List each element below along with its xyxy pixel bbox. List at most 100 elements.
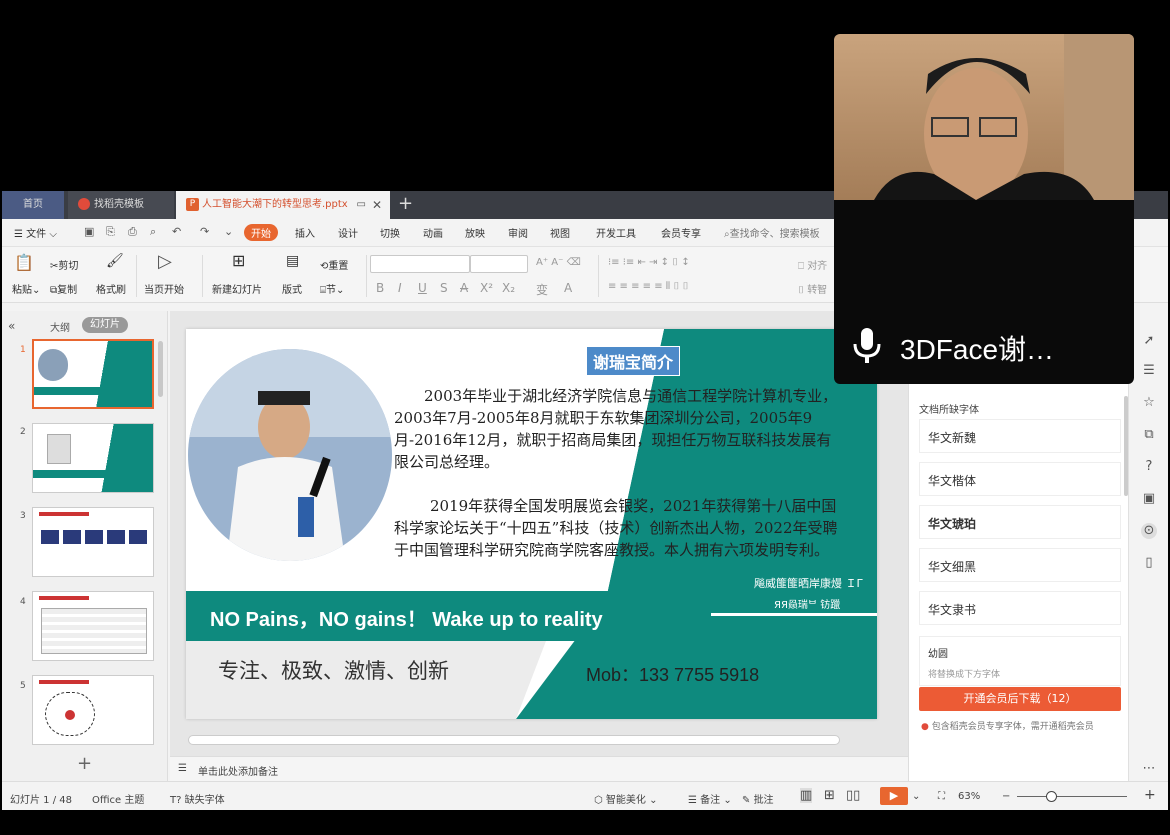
menu-start[interactable]: 开始 [244,224,278,241]
copy-button[interactable]: ⧉复制 [50,281,77,296]
help-icon[interactable]: ? [1141,459,1157,475]
horizontal-scrollbar[interactable] [188,735,840,745]
font-grow-icon[interactable]: A⁺ A⁻ ⌫ [536,257,581,268]
slide-thumbnail-4[interactable] [32,591,154,661]
subscript-icon[interactable]: X₂ [502,281,515,295]
menu-insert[interactable]: 插入 [295,225,315,240]
play-options-icon[interactable]: ⌄ [912,791,920,802]
normal-view-icon[interactable]: ▥ [800,788,813,803]
zoom-slider-knob[interactable] [1046,791,1057,802]
export-icon[interactable]: ⎘ [106,225,115,239]
garbled-text-2[interactable]: ЯЯ赑瑞ᄇ 钫躐 [774,596,840,611]
section-button[interactable]: ⌸节⌄ [320,281,344,296]
font-icon[interactable]: ⊙ [1141,523,1157,539]
zoom-slider[interactable] [1017,796,1127,797]
font-family-select[interactable] [370,255,470,273]
font-card-3[interactable]: 华文琥珀 [919,505,1121,539]
reset-button[interactable]: ⟲重置 [320,257,348,272]
tab-home[interactable]: 首页 [2,191,64,219]
zoom-in-icon[interactable]: + [1144,787,1156,803]
strikethrough-icon[interactable]: A [460,281,468,295]
beautify-button[interactable]: ⬡ 智能美化 ⌄ [594,791,657,806]
menu-animation[interactable]: 动画 [423,225,443,240]
play-circle-icon[interactable]: ▷ [158,251,172,272]
book-icon[interactable]: ▯ [1141,555,1157,571]
slide-canvas[interactable]: 谢瑞宝简介 2003年毕业于湖北经济学院信息与通信工程学院计算机专业，2003年… [170,311,908,756]
play-slideshow-button[interactable]: ▶ [880,787,908,805]
format-painter-icon[interactable]: 🖌 [106,253,124,269]
slideshow-start-button[interactable]: 当页开始 [144,281,184,296]
font-card-2[interactable]: 华文楷体 [919,462,1121,496]
save-icon[interactable]: ▣ [84,225,94,238]
format-painter-button[interactable]: 格式刷 [96,281,126,296]
convert-button[interactable]: ⌷ 转智 [798,281,827,296]
underline-icon[interactable]: U [418,281,427,295]
more-icon[interactable]: ⋯ [1141,761,1157,777]
cut-button[interactable]: ✂剪切 [50,257,78,272]
redo-icon[interactable]: ↷ [200,225,209,238]
slide-thumbnail-3[interactable] [32,507,154,577]
menu-member[interactable]: 会员专享 [661,225,701,240]
copy-icon[interactable]: ⧉ [1141,427,1157,443]
menu-design[interactable]: 设计 [338,225,358,240]
file-menu[interactable]: ☰ 文件 ⌵ [14,225,57,240]
font-card-4[interactable]: 华文细黑 [919,548,1121,582]
print-icon[interactable]: ⎙ [128,225,137,239]
menu-transition[interactable]: 切换 [380,225,400,240]
font-size-select[interactable] [470,255,528,273]
close-tab-icon[interactable]: ✕ [372,191,382,219]
font-color-icon[interactable]: A [564,281,572,295]
monitor-icon[interactable]: ▭ [357,191,366,219]
star-icon[interactable]: ☆ [1141,395,1157,411]
rocket-icon[interactable]: ➚ [1141,333,1157,349]
bold-icon[interactable]: B [376,281,384,295]
bullets-icon[interactable]: ⁝≡ ⁝≡ ⇤ ⇥ ↕ ⌷ ↕ [608,257,690,268]
image-icon[interactable]: ▣ [1141,491,1157,507]
new-tab-button[interactable]: + [398,191,413,219]
download-fonts-button[interactable]: 开通会员后下载（12） [919,687,1121,711]
italic-icon[interactable]: I [398,281,402,295]
slide-thumbnail-1[interactable] [32,339,154,409]
align-button[interactable]: ⎕ 对齐 [798,257,827,272]
slide-title[interactable]: 谢瑞宝简介 [586,346,681,376]
char-spacing-icon[interactable]: 变 [536,281,548,298]
comments-toggle[interactable]: ✎ 批注 [742,791,774,806]
fit-window-icon[interactable]: ⛶ [938,791,945,802]
new-slide-button[interactable]: 新建幻灯片 [212,281,262,296]
tab-template[interactable]: 找稻壳模板 [68,191,174,219]
collapse-panel-icon[interactable]: « [8,319,15,333]
zoom-level[interactable]: 63% [958,791,980,802]
font-card-5[interactable]: 华文隶书 [919,591,1121,625]
microphone-icon[interactable] [850,326,884,366]
slide-thumbnail-2[interactable] [32,423,154,493]
zoom-out-icon[interactable]: − [1002,791,1010,802]
font-card-1[interactable]: 华文新魏 [919,419,1121,453]
missing-font-card[interactable]: 幼圆 将替换成下方字体 [919,636,1121,686]
garbled-text-1[interactable]: 飚威篚篚晒岸康熳 ＩΓ [754,575,863,591]
layout-button[interactable]: 版式 [282,281,302,296]
motto-text[interactable]: 专注、极致、激情、创新 [218,655,449,685]
undo-icon[interactable]: ↶ [172,225,181,238]
slide-thumbnail-5[interactable] [32,675,154,745]
new-slide-icon[interactable]: ⊞ [232,251,245,270]
add-slide-button[interactable]: + [77,753,92,774]
tab-document[interactable]: P 人工智能大潮下的转型思考.pptx ▭ ✕ [176,191,390,219]
bio-paragraph-1[interactable]: 2003年毕业于湖北经济学院信息与通信工程学院计算机专业，2003年7月-200… [394,385,844,473]
current-slide[interactable]: 谢瑞宝简介 2003年毕业于湖北经济学院信息与通信工程学院计算机专业，2003年… [186,329,877,719]
command-search[interactable]: ⌕查找命令、搜索模板 [724,225,820,240]
mobile-number[interactable]: Mob：133 7755 5918 [586,661,759,687]
sorter-view-icon[interactable]: ⊞ [824,788,835,803]
thumbnail-scrollbar[interactable] [158,341,163,397]
reading-view-icon[interactable]: ▯▯ [846,788,860,803]
customize-icon[interactable]: ⌄ [224,225,233,238]
superscript-icon[interactable]: X² [480,281,493,295]
paste-icon[interactable]: 📋 [14,253,34,272]
layout-icon[interactable]: ▤ [286,253,299,269]
paragraph-align-icon[interactable]: ≡ ≡ ≡ ≡ ≡ ⦀ ⌷ ⌷ [608,281,689,292]
menu-slideshow[interactable]: 放映 [465,225,485,240]
sliders-icon[interactable]: ☰ [1141,363,1157,379]
paste-button[interactable]: 粘贴⌄ [12,281,40,296]
notes-toggle[interactable]: ☰ 备注 ⌄ [688,791,732,806]
menu-review[interactable]: 审阅 [508,225,528,240]
notes-bar[interactable]: ☰ 单击此处添加备注 [170,756,908,781]
